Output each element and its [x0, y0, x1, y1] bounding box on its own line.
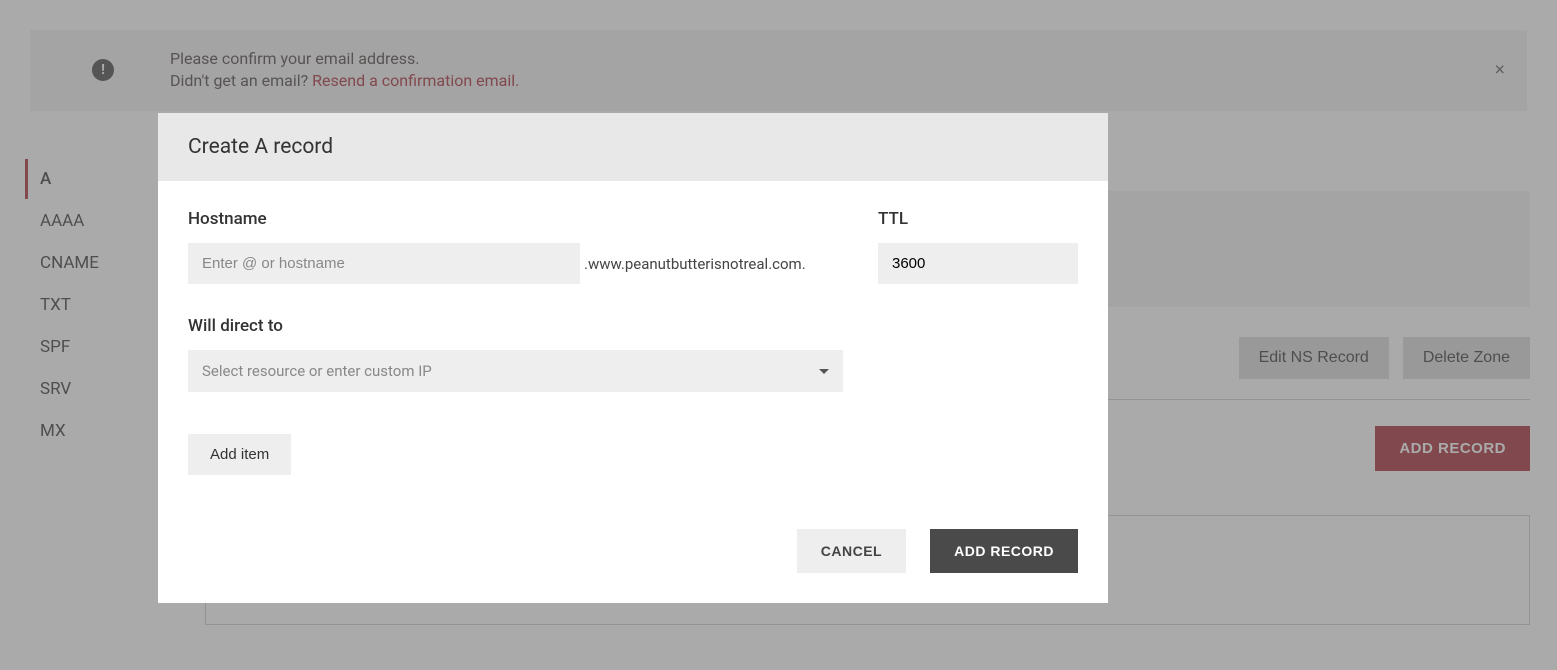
- will-direct-to-label: Will direct to: [188, 316, 1078, 336]
- cancel-button[interactable]: CANCEL: [797, 529, 906, 573]
- ttl-input[interactable]: [878, 243, 1078, 284]
- modal-overlay: Create A record Hostname .www.peanutbutt…: [0, 0, 1557, 670]
- direct-to-placeholder: Select resource or enter custom IP: [202, 362, 432, 380]
- add-record-submit-button[interactable]: ADD RECORD: [930, 529, 1078, 573]
- modal-title: Create A record: [158, 113, 1108, 181]
- create-record-modal: Create A record Hostname .www.peanutbutt…: [158, 113, 1108, 603]
- direct-to-select[interactable]: Select resource or enter custom IP: [188, 350, 843, 392]
- hostname-label: Hostname: [188, 209, 838, 229]
- add-item-button[interactable]: Add item: [188, 434, 291, 475]
- ttl-label: TTL: [878, 209, 1078, 229]
- domain-suffix: .www.peanutbutterisnotreal.com.: [584, 255, 806, 273]
- hostname-input[interactable]: [188, 243, 580, 284]
- chevron-down-icon: [819, 369, 829, 374]
